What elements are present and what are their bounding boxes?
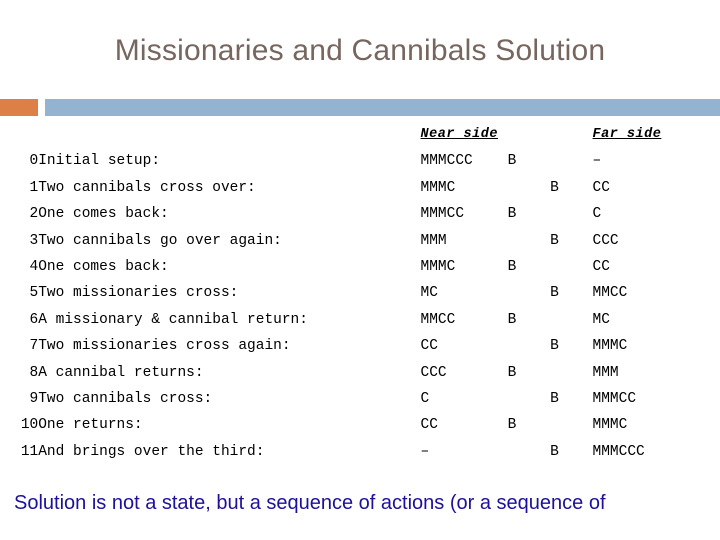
table-row: 5 Two missionaries cross: MC B MMCC [0,280,720,306]
boat-marker-far [550,412,592,438]
table-row: 0 Initial setup: MMMCCC B – [0,148,720,174]
far-side-state: MMMC [592,338,628,355]
table-row: 11 And brings over the third: – B MMMCCC [0,439,720,465]
solution-table: Near side Far side 0 Initial setup: MMMCCC… [0,122,720,465]
column-header-far-side: Far side [592,127,662,142]
boat-marker-near: B [507,364,517,381]
slide-caption: Solution is not a state, but a sequence … [14,492,606,514]
column-header-step [0,122,38,148]
boat-marker-near [508,333,550,359]
page-title: Missionaries and Cannibals Solution [114,34,606,67]
step-number: 3 [29,232,39,249]
boat-marker-near [508,228,550,254]
step-number: 2 [29,206,39,223]
table-row: 4 One comes back: MMMC B CC [0,254,720,280]
table-row: 9 Two cannibals cross: C B MMMCC [0,386,720,412]
boat-marker-near [508,175,550,201]
step-number: 9 [29,391,39,408]
boat-marker-far: B [550,443,559,460]
table-row: 3 Two cannibals go over again: MMM B CCC [0,228,720,254]
table-row: 10 One returns: CC B MMMC [0,412,720,438]
step-description: A missionary & cannibal return: [38,311,308,328]
boat-marker-near [508,280,550,306]
column-header-description [38,122,420,148]
far-side-state: MMCC [592,285,628,302]
step-description: One comes back: [38,206,169,223]
boat-marker-far [550,307,592,333]
step-number: 11 [20,443,39,460]
table-row: 2 One comes back: MMMCC B C [0,201,720,227]
boat-marker-far: B [550,285,559,302]
title-accent-bar-blue [45,99,720,116]
table-row: 6A missionary & cannibal return: MMCC B MC [0,307,720,333]
boat-marker-far: B [550,338,559,355]
boat-marker-far: B [550,179,559,196]
far-side-state: C [592,206,602,223]
near-side-state: CC [420,417,438,434]
near-side-state: MMMCC [420,206,465,223]
far-side-state: MC [592,311,610,328]
near-side-state: CCC [420,364,447,381]
boat-marker-near: B [507,417,517,434]
boat-marker-far: B [550,391,559,408]
boat-marker-far: B [550,232,559,249]
step-number: 6 [29,311,39,328]
step-description: A cannibal returns: [38,364,204,381]
table-row: 7 Two missionaries cross again: CC B MMMC [0,333,720,359]
far-side-state: MMMCC [592,391,637,408]
step-number: 7 [29,338,39,355]
boat-marker-near: B [507,206,517,223]
near-side-state: MMMC [420,179,456,196]
boat-marker-near: B [507,153,517,170]
step-number: 1 [29,179,39,196]
near-side-state: MMMC [420,259,456,276]
far-side-state: – [592,153,602,170]
column-header-near-side: Near side [420,127,498,142]
boat-marker-far [550,148,592,174]
title-accent-bar-orange [0,99,38,116]
table-row: 8A cannibal returns: CCC B MMM [0,360,720,386]
step-description: Two missionaries cross again: [38,338,291,355]
boat-marker-near: B [507,259,517,276]
near-side-state: MMCC [420,311,456,328]
boat-marker-near [508,439,550,465]
far-side-state: CCC [592,232,619,249]
far-side-state: CC [592,259,610,276]
step-number: 0 [29,153,39,170]
near-side-state: – [420,443,430,460]
column-header-boat-near [508,122,550,148]
far-side-state: MMM [592,364,619,381]
table-header-row: Near side Far side [0,122,720,148]
step-description: One comes back: [38,259,169,276]
step-description: Two cannibals go over again: [38,232,282,249]
table-row: 1 Two cannibals cross over: MMMC B CC [0,175,720,201]
far-side-state: CC [592,179,610,196]
step-description: And brings over the third: [38,443,265,460]
near-side-state: CC [420,338,438,355]
near-side-state: MC [420,285,438,302]
step-number: 8 [29,364,39,381]
boat-marker-near: B [507,311,517,328]
far-side-state: MMMC [592,417,628,434]
step-description: One returns: [38,417,143,434]
boat-marker-far [550,201,592,227]
near-side-state: C [420,391,430,408]
step-description: Two missionaries cross: [38,285,239,302]
boat-marker-near [508,386,550,412]
step-number: 10 [20,417,39,434]
near-side-state: MMM [420,232,447,249]
column-header-boat-far [550,122,592,148]
near-side-state: MMMCCC [420,153,473,170]
step-description: Initial setup: [38,153,161,170]
boat-marker-far [550,360,592,386]
step-number: 5 [29,285,39,302]
step-description: Two cannibals cross: [38,391,213,408]
far-side-state: MMMCCC [592,443,645,460]
step-description: Two cannibals cross over: [38,179,256,196]
boat-marker-far [550,254,592,280]
step-number: 4 [29,259,39,276]
